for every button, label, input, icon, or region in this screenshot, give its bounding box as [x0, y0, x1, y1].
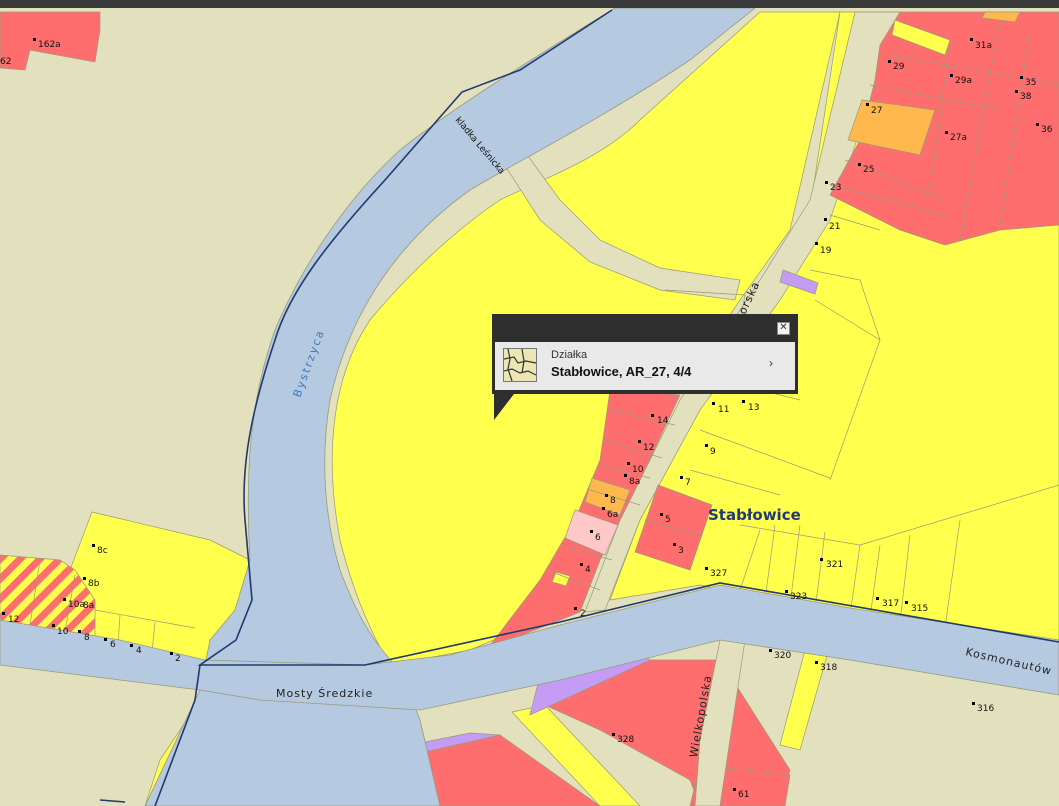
parcel-number: 8b	[88, 579, 100, 589]
parcel-number: 31a	[975, 41, 992, 51]
popup-type-label: Działka	[551, 349, 588, 361]
parcel-number: 7	[685, 478, 691, 488]
parcel-number: 21	[829, 222, 840, 232]
parcel-number: 13	[748, 403, 759, 413]
parcel-number: 25	[863, 165, 874, 175]
parcel-number: 4	[585, 565, 591, 575]
parcel-number: 27	[871, 106, 882, 116]
parcel-number: 315	[911, 604, 928, 614]
close-icon[interactable]: ✕	[777, 322, 790, 335]
parcel-number: 36	[1041, 125, 1053, 135]
parcel-number: 12	[8, 615, 19, 625]
popup-header: ✕	[492, 314, 798, 340]
parcel-number: 8a	[629, 477, 640, 487]
parcel-number: 316	[977, 704, 994, 714]
parcel-number: 162a	[38, 40, 61, 50]
popup-result-item[interactable]: Działka Stabłowice, AR_27, 4/4 ›	[495, 342, 795, 390]
parcel-number: 29a	[955, 76, 972, 86]
parcel-number: 8	[610, 496, 616, 506]
parcel-number: 3	[678, 546, 684, 556]
parcel-number: 4	[136, 646, 142, 656]
popup-body: Działka Stabłowice, AR_27, 4/4 ›	[492, 340, 798, 394]
parcel-number: 328	[617, 735, 634, 745]
parcel-number: 12	[643, 443, 654, 453]
parcel-number: 27a	[950, 133, 967, 143]
parcel-number: 327	[710, 569, 727, 579]
parcel-number: 11	[718, 405, 729, 415]
chevron-right-icon[interactable]: ›	[769, 356, 773, 370]
map-canvas[interactable]: Bystrzyca kladka Leśnicka Mosty Średzkie…	[0, 0, 1059, 806]
parcel-number: 6	[110, 640, 116, 650]
parcel-number: 6a	[607, 510, 618, 520]
parcel-number: 5	[665, 515, 671, 525]
parcel-number: 61	[738, 790, 749, 800]
parcel-number: 9	[710, 447, 716, 457]
parcel-number: 10	[632, 465, 644, 475]
parcel-number: 35	[1025, 78, 1036, 88]
parcel-number: 2	[580, 609, 586, 619]
parcel-number: 8a	[83, 601, 94, 611]
parcel-number: 62	[0, 57, 11, 67]
popup-pointer	[494, 394, 514, 420]
parcel-number: 10	[57, 627, 69, 637]
parcel-number: 38	[1020, 92, 1032, 102]
parcel-number: 19	[820, 246, 832, 256]
parcel-number: 320	[774, 651, 791, 661]
parcel-number: 318	[820, 663, 837, 673]
parcel-number: 14	[657, 416, 669, 426]
parcel-info-popup: ✕ Działka Stabłowice, AR_27, 4/4 ›	[492, 314, 798, 420]
popup-value-label: Stabłowice, AR_27, 4/4	[551, 364, 692, 379]
place-label: Stabłowice	[708, 506, 801, 524]
top-toolbar-strip	[0, 0, 1059, 8]
parcel-number: 6	[595, 533, 601, 543]
bridge-label: Mosty Średzkie	[276, 687, 373, 700]
parcel-number: 29	[893, 62, 905, 72]
parcel-number: 8c	[97, 546, 108, 556]
parcel-number: 23	[830, 183, 841, 193]
parcel-number: 8	[84, 633, 90, 643]
parcel-number: 321	[826, 560, 843, 570]
parcel-number: 317	[882, 599, 899, 609]
parcel-number: 323	[790, 592, 807, 602]
parcel-number: 2	[175, 654, 181, 664]
parcel-map-icon	[503, 348, 537, 382]
